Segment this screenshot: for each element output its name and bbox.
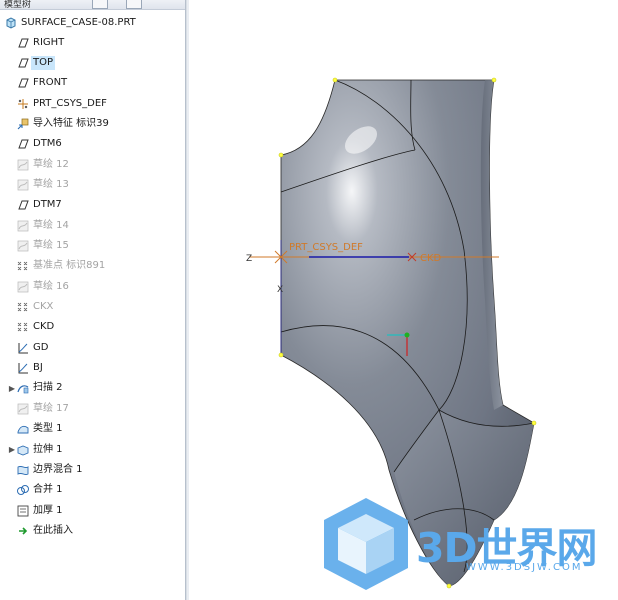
sketch-icon (16, 402, 30, 416)
tree-item-25[interactable]: 在此插入 (8, 522, 185, 539)
datum-curve-icon (16, 341, 30, 355)
model-tree-panel: 模型树 SURFACE_CASE-08.PRT RIGHT TOP FRONT PRT… (0, 0, 185, 600)
thicken-icon (16, 504, 30, 518)
tree-item-5[interactable]: 导入特征 标识39 (8, 115, 185, 132)
tree-item-16[interactable]: GD (8, 339, 185, 356)
tree-item-label: 加厚 1 (33, 504, 63, 516)
tree-item-9[interactable]: DTM7 (8, 197, 185, 214)
coordinate-system-icon (16, 97, 30, 111)
tree-item-1[interactable]: RIGHT (8, 34, 185, 51)
tree-item-label: 草绘 16 (33, 280, 69, 292)
watermark: 3D世界网 WWW.3DSJW.COM (318, 494, 618, 600)
tree-item-12[interactable]: 基准点 标识891 (8, 258, 185, 275)
tree-item-22[interactable]: 边界混合 1 (8, 461, 185, 478)
tree-item-label: 草绘 14 (33, 219, 69, 231)
sketch-icon (16, 178, 30, 192)
csys-label: PRT_CSYS_DEF (289, 242, 363, 253)
tree-item-label: 导入特征 标识39 (33, 117, 109, 129)
datum-plane-icon (16, 137, 30, 151)
tree-item-label: 草绘 12 (33, 158, 69, 170)
tree-item-7[interactable]: 草绘 12 (8, 156, 185, 173)
tree-root-item[interactable]: SURFACE_CASE-08.PRT (4, 14, 185, 31)
tree-item-label: BJ (33, 362, 43, 374)
graphics-viewport[interactable]: PRT_CSYS_DEF Z X CKD 3D世界网 WWW.3DSJW.COM (189, 0, 618, 600)
tree-item-10[interactable]: 草绘 14 (8, 217, 185, 234)
datum-point-icon (16, 259, 30, 273)
tree-item-label: RIGHT (33, 36, 65, 48)
tree-item-label: 草绘 13 (33, 178, 69, 190)
sweep-icon (16, 381, 30, 395)
tree-item-label: 草绘 17 (33, 402, 69, 414)
tree-root-label: SURFACE_CASE-08.PRT (21, 16, 136, 28)
tree-item-8[interactable]: 草绘 13 (8, 176, 185, 193)
model-tree-header: 模型树 (0, 0, 185, 10)
tree-item-label: CKX (33, 301, 54, 313)
watermark-cube-icon (324, 498, 408, 590)
tree-item-label: 拉伸 1 (33, 443, 63, 455)
datum-plane-icon (16, 36, 30, 50)
axis-x-label: X (277, 285, 283, 295)
tree-item-label: FRONT (33, 77, 68, 89)
axis-z-label: Z (246, 254, 252, 264)
tree-item-label: 草绘 15 (33, 240, 69, 251)
tree-item-6[interactable]: DTM6 (8, 136, 185, 153)
tree-item-11[interactable]: 草绘 15 (8, 238, 185, 255)
tree-item-18[interactable]: ▶ 扫描 2 (8, 380, 185, 397)
tree-item-label: TOP (31, 55, 56, 70)
tree-item-13[interactable]: 草绘 16 (8, 278, 185, 295)
tree-item-label: GD (33, 341, 49, 353)
tree-item-label: DTM7 (33, 199, 62, 211)
tree-item-label: PRT_CSYS_DEF (33, 97, 107, 109)
tree-item-label: 扫描 2 (33, 382, 63, 394)
expand-arrow-icon[interactable]: ▶ (8, 445, 16, 454)
tree-item-20[interactable]: 类型 1 (8, 421, 185, 438)
merge-icon (16, 483, 30, 497)
extrude-icon (16, 443, 30, 457)
sketch-icon (16, 280, 30, 294)
tree-item-14[interactable]: CKX (8, 299, 185, 316)
tree-item-19[interactable]: 草绘 17 (8, 400, 185, 417)
model-tree-title: 模型树 (4, 0, 32, 10)
datum-plane-icon (16, 198, 30, 212)
datum-point-icon (16, 300, 30, 314)
tree-item-24[interactable]: 加厚 1 (8, 502, 185, 519)
import-feature-icon (16, 117, 30, 131)
tree-item-label: 类型 1 (33, 423, 63, 435)
tree-columns-button[interactable] (126, 0, 142, 9)
tree-item-label: 合并 1 (33, 484, 63, 496)
sketch-icon (16, 158, 30, 172)
insert-here-icon (16, 524, 30, 538)
tree-item-17[interactable]: BJ (8, 360, 185, 377)
watermark-url: WWW.3DSJW.COM (466, 562, 583, 573)
tree-item-2[interactable]: TOP (8, 54, 185, 71)
datum-point-label: CKD (420, 253, 442, 264)
datum-plane-icon (16, 56, 30, 70)
datum-point-icon (16, 320, 30, 334)
tree-item-23[interactable]: 合并 1 (8, 482, 185, 499)
tree-item-label: CKD (33, 321, 55, 333)
sketch-icon (16, 219, 30, 233)
tree-item-label: 在此插入 (33, 524, 73, 536)
tree-item-label: 基准点 标识891 (33, 260, 106, 272)
tree-item-3[interactable]: FRONT (8, 75, 185, 92)
tree-item-4[interactable]: PRT_CSYS_DEF (8, 95, 185, 112)
datum-curve-icon (16, 361, 30, 375)
tree-item-label: DTM6 (33, 138, 62, 150)
datum-plane-icon (16, 76, 30, 90)
boundary-blend-icon (16, 463, 30, 477)
part-icon (4, 16, 18, 30)
tree-item-21[interactable]: ▶ 拉伸 1 (8, 441, 185, 458)
tree-item-15[interactable]: CKD (8, 319, 185, 336)
expand-arrow-icon[interactable]: ▶ (8, 384, 16, 393)
tree-item-label: 边界混合 1 (33, 463, 83, 475)
style-icon (16, 422, 30, 436)
tree-settings-button[interactable] (92, 0, 108, 9)
sketch-icon (16, 239, 30, 253)
